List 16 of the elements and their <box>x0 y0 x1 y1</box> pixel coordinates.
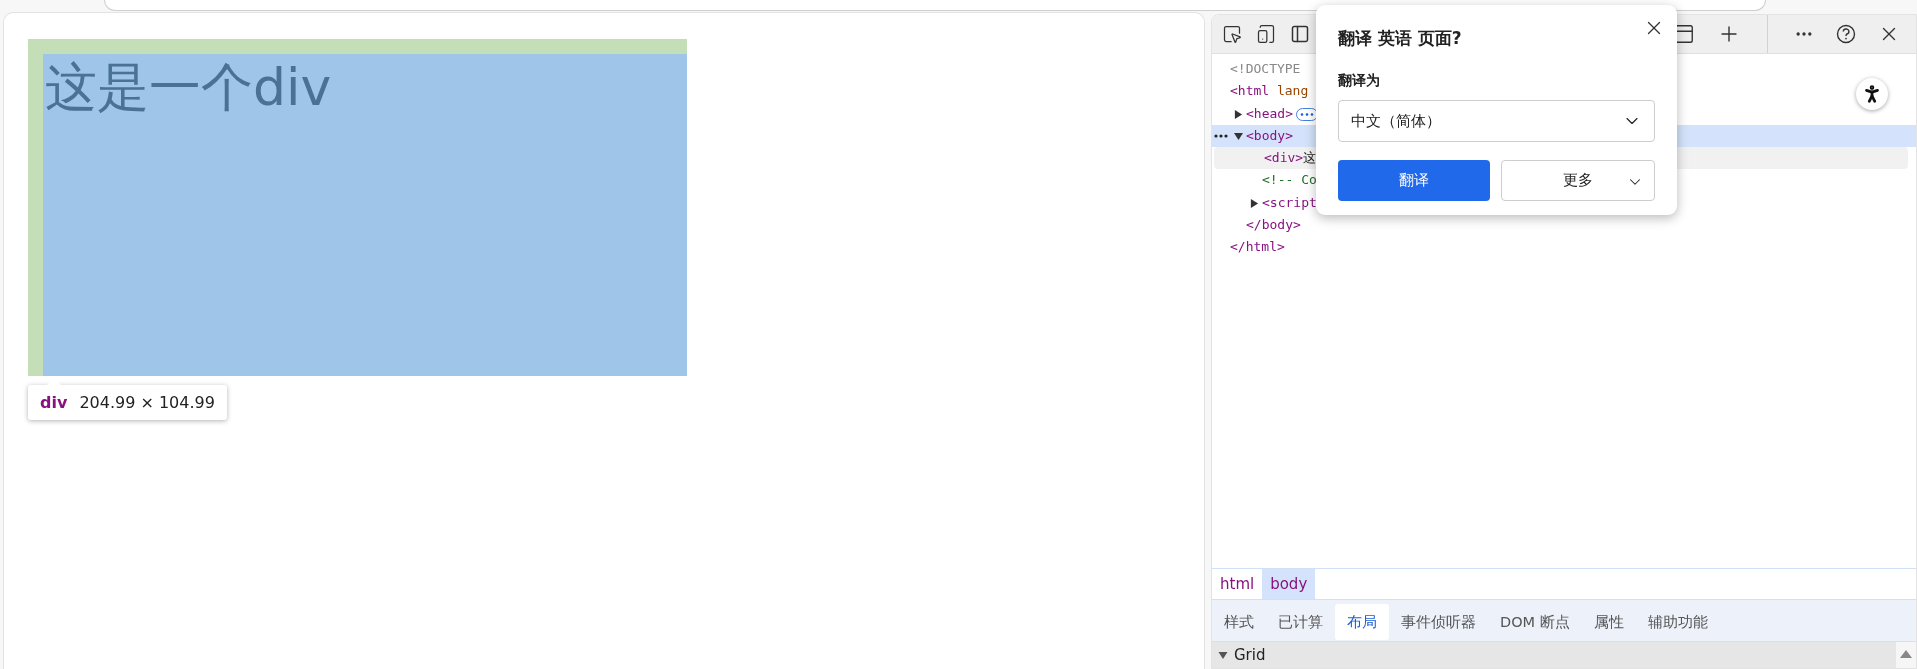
page-text: 这是一个div <box>44 56 332 119</box>
popup-title: 翻译 英语 页面? <box>1338 27 1463 50</box>
node-content-text: 这 <box>1303 150 1317 166</box>
tooltip-tag: div <box>40 393 68 412</box>
select-value: 中文（简体） <box>1351 111 1441 131</box>
tag-text: </html> <box>1230 239 1285 255</box>
tag-text: </body> <box>1246 217 1301 233</box>
field-label: 翻译为 <box>1338 72 1381 90</box>
attribute-text: lang <box>1275 83 1309 99</box>
tag-text: <script <box>1262 194 1317 210</box>
tag-text: <body> <box>1246 127 1293 143</box>
tag-text: <div> <box>1264 150 1304 166</box>
tag-text: <html <box>1230 83 1270 99</box>
tag-text: <head> <box>1246 105 1293 121</box>
tooltip-size: 204.99 × 104.99 <box>79 393 215 412</box>
section-title: Grid <box>1234 646 1266 664</box>
